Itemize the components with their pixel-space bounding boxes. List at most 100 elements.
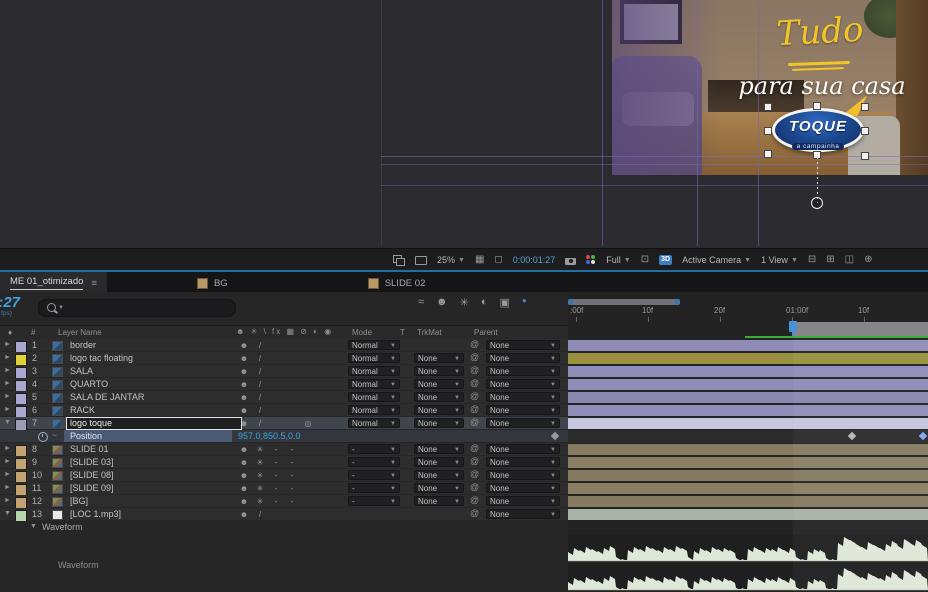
label-color-swatch[interactable] <box>15 406 27 418</box>
trkmat-dropdown[interactable]: None▼ <box>414 353 464 363</box>
parent-pickwhip-icon[interactable]: @ <box>470 378 479 388</box>
expand-triangle-icon[interactable]: ► <box>4 406 11 413</box>
column-mode[interactable]: Mode <box>352 328 372 337</box>
parent-dropdown[interactable]: None▼ <box>486 418 560 428</box>
layer-row--bg-[interactable]: ►12[BG]☻✳---▼None▼@None▼ <box>0 495 568 508</box>
column-layer-name[interactable]: Layer Name <box>58 328 102 337</box>
parent-pickwhip-icon[interactable]: @ <box>470 417 479 427</box>
layer-switches[interactable]: ☻✳-- <box>236 470 332 480</box>
parent-pickwhip-icon[interactable]: @ <box>470 495 479 505</box>
panel-menu-icon[interactable]: ≡ <box>91 278 97 289</box>
layer-switches[interactable]: ☻/ <box>236 392 332 402</box>
layer-row--slide-08-[interactable]: ►10[SLIDE 08]☻✳---▼None▼@None▼ <box>0 469 568 482</box>
layer-name[interactable]: [SLIDE 09] <box>70 483 114 493</box>
blend-mode-dropdown[interactable]: Normal▼ <box>348 418 400 428</box>
label-color-swatch[interactable] <box>15 354 27 366</box>
trkmat-dropdown[interactable]: None▼ <box>414 496 464 506</box>
blend-mode-dropdown[interactable]: Normal▼ <box>348 340 400 350</box>
tab-bg[interactable]: BG <box>187 272 238 294</box>
timeline-toggle-icon-1[interactable]: ☻ <box>436 296 448 309</box>
parent-dropdown[interactable]: None▼ <box>486 483 560 493</box>
tab-slide-02[interactable]: SLIDE 02 <box>358 272 436 294</box>
layer-name[interactable]: SLIDE 01 <box>70 444 109 454</box>
trkmat-dropdown[interactable]: None▼ <box>414 405 464 415</box>
blend-mode-dropdown[interactable]: Normal▼ <box>348 353 400 363</box>
timeline-track-area[interactable]: :00f10f20f01:00f10f <box>568 292 928 592</box>
layer-switches[interactable]: ☻/◎ <box>236 418 332 428</box>
preview-timecode[interactable]: 0:00:01:27 <box>513 255 556 265</box>
label-column-icon[interactable]: ♦ <box>8 328 12 337</box>
layer-name[interactable]: [SLIDE 08] <box>70 470 114 480</box>
blend-mode-dropdown[interactable]: -▼ <box>348 470 400 480</box>
expand-triangle-icon[interactable]: ► <box>4 445 11 452</box>
blend-mode-dropdown[interactable]: Normal▼ <box>348 392 400 402</box>
layer-switches[interactable]: ☻/ <box>236 353 332 363</box>
parent-pickwhip-icon[interactable]: @ <box>470 352 479 362</box>
label-color-swatch[interactable] <box>15 367 27 379</box>
expand-triangle-icon[interactable]: ► <box>4 458 11 465</box>
trkmat-dropdown[interactable]: None▼ <box>414 418 464 428</box>
parent-pickwhip-icon[interactable]: @ <box>470 508 479 518</box>
property-name[interactable]: Position <box>70 431 102 441</box>
layer-name[interactable]: [SLIDE 03] <box>70 457 114 467</box>
parent-dropdown[interactable]: None▼ <box>486 457 560 467</box>
layer-name[interactable]: [BG] <box>70 496 88 506</box>
magnification-dropdown[interactable]: 25%▼ <box>437 255 465 265</box>
view-layout-dropdown[interactable]: 1 View▼ <box>761 255 798 265</box>
layer-name-edit-field[interactable] <box>66 417 242 430</box>
trkmat-dropdown[interactable]: None▼ <box>414 366 464 376</box>
column-number[interactable]: # <box>31 328 35 337</box>
parent-pickwhip-icon[interactable]: @ <box>470 365 479 375</box>
layer-switches[interactable]: ☻/ <box>236 379 332 389</box>
parent-dropdown[interactable]: None▼ <box>486 340 560 350</box>
layer-name[interactable]: logo tac floating <box>70 353 133 363</box>
collapse-triangle-icon[interactable]: ▼ <box>4 510 11 517</box>
parent-dropdown[interactable]: None▼ <box>486 405 560 415</box>
timeline-toggle-icon-4[interactable]: ▣ <box>500 296 510 309</box>
layer-row-border[interactable]: ►1border☻/Normal▼@None▼ <box>0 339 568 352</box>
tab-me-01-otimizado[interactable]: ME 01_otimizado≡ <box>0 272 107 294</box>
layer-row--slide-03-[interactable]: ►9[SLIDE 03]☻✳---▼None▼@None▼ <box>0 456 568 469</box>
label-color-swatch[interactable] <box>15 484 27 496</box>
collapse-triangle-icon[interactable]: ▼ <box>30 523 37 530</box>
trkmat-dropdown[interactable]: None▼ <box>414 457 464 467</box>
search-input[interactable]: ▼ <box>38 299 236 317</box>
layer-switches[interactable]: ☻✳-- <box>236 483 332 493</box>
layer-row-sala[interactable]: ►3SALA☻/Normal▼None▼@None▼ <box>0 365 568 378</box>
always-preview-icon[interactable] <box>393 255 405 265</box>
exposure-icon[interactable]: ◫ <box>845 255 854 265</box>
parent-pickwhip-icon[interactable]: @ <box>470 469 479 479</box>
layer-switches[interactable]: ☻/ <box>236 405 332 415</box>
layer-switches[interactable]: ☻✳-- <box>236 457 332 467</box>
waveform-group-row[interactable]: ▼Waveform <box>0 521 568 534</box>
layer-switches[interactable]: ☻✳-- <box>236 496 332 506</box>
parent-pickwhip-icon[interactable]: @ <box>470 443 479 453</box>
stopwatch-icon[interactable] <box>38 432 48 442</box>
blend-mode-dropdown[interactable]: Normal▼ <box>348 366 400 376</box>
layer-switches[interactable]: ☻✳-- <box>236 444 332 454</box>
parent-pickwhip-icon[interactable]: @ <box>470 456 479 466</box>
mini-flowchart-icon[interactable]: ⊞ <box>826 255 834 265</box>
blend-mode-dropdown[interactable]: -▼ <box>348 457 400 467</box>
column-t[interactable]: T <box>400 328 405 337</box>
property-value[interactable]: 957.0,850.5,0.0 <box>238 431 301 441</box>
brand-logo[interactable]: TOQUE a campainha <box>772 108 864 152</box>
label-color-swatch[interactable] <box>15 380 27 392</box>
expand-triangle-icon[interactable]: ► <box>4 393 11 400</box>
layer-name[interactable]: RACK <box>70 405 95 415</box>
camera-dropdown[interactable]: Active Camera▼ <box>682 255 751 265</box>
layer-row-logo-toque[interactable]: ▼7☻/◎Normal▼None▼@None▼ <box>0 417 568 430</box>
expand-triangle-icon[interactable]: ► <box>4 367 11 374</box>
composition-frame[interactable]: Tudo para sua casa TOQUE a campainha <box>612 0 928 175</box>
title-action-safe-icon[interactable]: ⊟ <box>808 255 816 265</box>
parent-dropdown[interactable]: None▼ <box>486 444 560 454</box>
layer-name[interactable]: SALA DE JANTAR <box>70 392 144 402</box>
column-parent[interactable]: Parent <box>474 328 498 337</box>
parent-pickwhip-icon[interactable]: @ <box>470 404 479 414</box>
parent-dropdown[interactable]: None▼ <box>486 509 560 519</box>
label-color-swatch[interactable] <box>15 458 27 470</box>
parent-dropdown[interactable]: None▼ <box>486 470 560 480</box>
expand-triangle-icon[interactable]: ► <box>4 484 11 491</box>
current-time-indicator[interactable] <box>789 321 797 332</box>
layer-switches[interactable]: ☻/ <box>236 340 332 350</box>
